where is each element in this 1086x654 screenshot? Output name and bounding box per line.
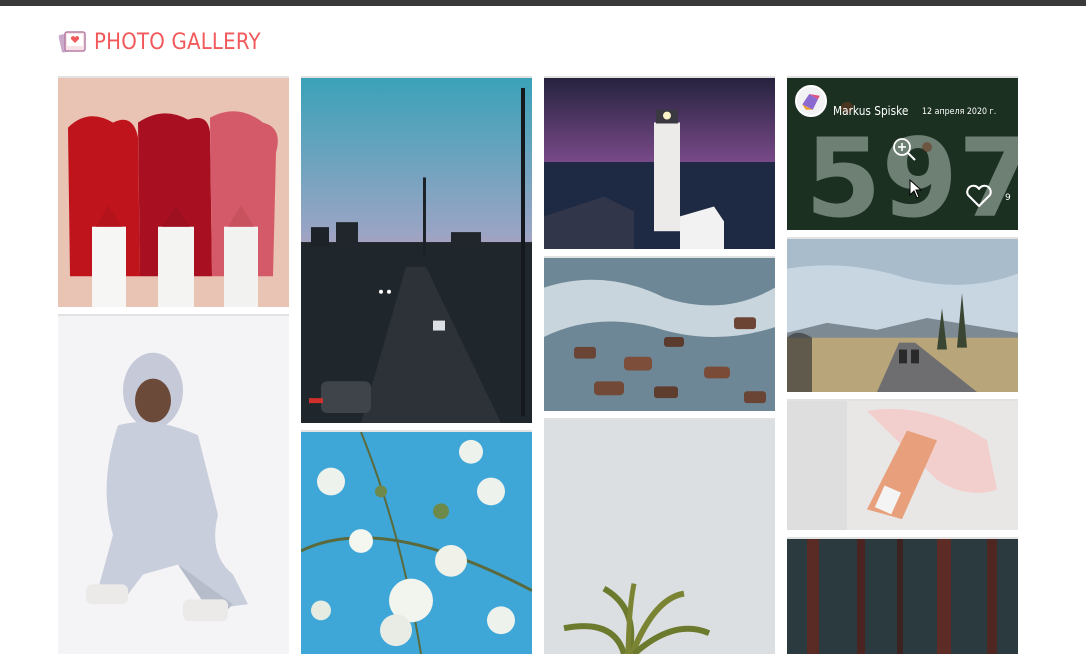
page-title: PHOTO GALLERY — [94, 29, 261, 55]
man-tracksuit-image — [58, 316, 289, 654]
forest-trees-image — [787, 539, 1018, 654]
photo-motorcycles-road[interactable] — [787, 237, 1018, 392]
photo-man-tracksuit[interactable] — [58, 314, 289, 654]
photo-lipstick[interactable] — [58, 76, 289, 307]
photo-white-blossoms[interactable] — [301, 430, 532, 654]
heart-icon[interactable] — [965, 184, 993, 208]
avatar-image — [797, 87, 825, 115]
motorcycles-road-image — [787, 239, 1018, 392]
white-blossoms-image — [301, 432, 532, 654]
photo-597-wall[interactable]: 597 Markus Spiske 12 апреля 2020 г. 9 — [787, 76, 1018, 230]
photo-date: 12 апреля 2020 г. — [922, 107, 997, 117]
lipstick-image — [58, 78, 289, 307]
author-name[interactable]: Markus Spiske — [833, 104, 908, 118]
photo-city-highway[interactable] — [301, 76, 532, 423]
photo-rocks-water[interactable] — [544, 256, 775, 411]
lighthouse-image — [544, 78, 775, 249]
author-avatar[interactable] — [795, 85, 827, 117]
photo-gallery-logo-icon — [58, 31, 86, 53]
photo-skincare-bottle[interactable] — [787, 399, 1018, 530]
palm-tree-image — [544, 420, 775, 654]
top-bar — [0, 0, 1086, 6]
photo-forest-trees[interactable] — [787, 537, 1018, 654]
zoom-in-icon[interactable] — [891, 136, 917, 162]
photo-hover-overlay: Markus Spiske 12 апреля 2020 г. 9 — [787, 78, 1018, 230]
photo-lighthouse[interactable] — [544, 76, 775, 249]
mouse-cursor-icon — [909, 179, 923, 199]
city-highway-image — [301, 78, 532, 423]
page-header: PHOTO GALLERY — [58, 26, 279, 58]
skincare-bottle-image — [787, 401, 1018, 530]
rocks-water-image — [544, 258, 775, 411]
photo-palm-tree[interactable] — [544, 418, 775, 654]
likes-count: 9 — [1005, 193, 1011, 203]
